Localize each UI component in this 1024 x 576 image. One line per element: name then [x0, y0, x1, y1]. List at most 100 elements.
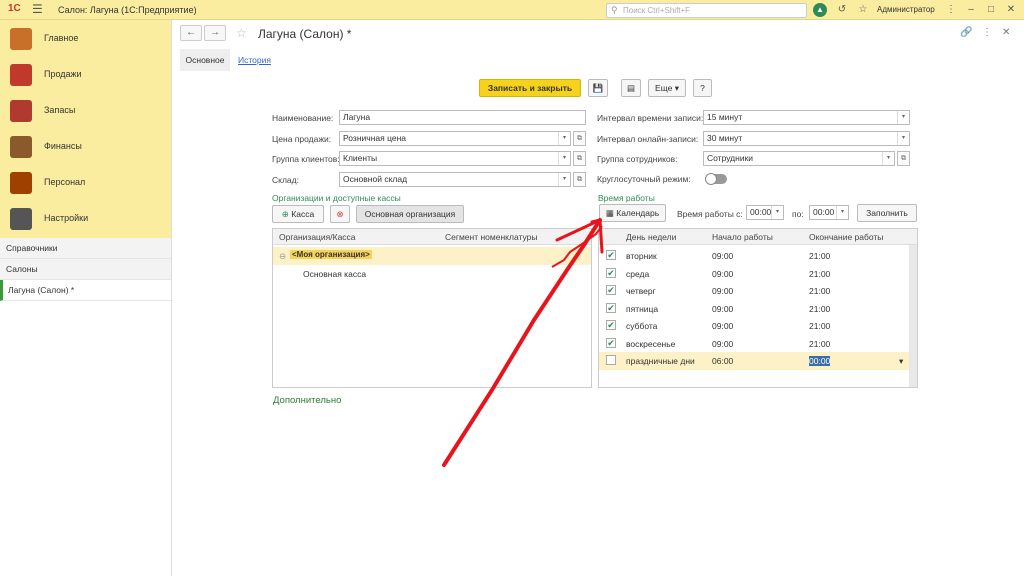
table-row[interactable]: ⊖ <Моя организация>: [273, 247, 591, 265]
end-cell[interactable]: 21:00: [809, 339, 830, 349]
online-field[interactable]: 30 минут ▾: [703, 131, 910, 146]
additional-section[interactable]: Дополнительно: [273, 395, 341, 406]
delete-icon[interactable]: ⊗: [330, 205, 350, 223]
open-clients-icon[interactable]: ⧉: [573, 151, 586, 166]
collapse-icon[interactable]: ⊖: [279, 251, 286, 262]
start-cell[interactable]: 09:00: [712, 321, 733, 331]
chevron-down-icon[interactable]: ▾: [771, 206, 783, 219]
calendar-button[interactable]: ▦ Календарь: [599, 204, 666, 222]
chevron-down-icon[interactable]: ▾: [899, 356, 903, 367]
table-row[interactable]: Основная касса: [273, 265, 591, 283]
section-3[interactable]: Финансы: [0, 128, 171, 164]
to-field[interactable]: 00:00 ▾: [809, 205, 849, 220]
history-icon[interactable]: ↺: [835, 3, 849, 17]
day-checkbox[interactable]: ✔: [606, 285, 616, 295]
add-kassa-button[interactable]: ⊕ Касса: [272, 205, 324, 223]
start-cell[interactable]: 09:00: [712, 304, 733, 314]
staff-field[interactable]: Сотрудники ▾: [703, 151, 895, 166]
minimize-icon[interactable]: –: [964, 3, 978, 17]
table-row[interactable]: праздничные дни 06:00 00:00 ▾: [599, 352, 917, 370]
warehouse-field[interactable]: Основной склад ▾: [339, 172, 571, 187]
price-label: Цена продажи:: [272, 134, 332, 144]
clients-field[interactable]: Клиенты ▾: [339, 151, 571, 166]
close-form-icon[interactable]: ✕: [1002, 27, 1010, 38]
section-label: Запасы: [44, 105, 76, 115]
day-checkbox[interactable]: ✔: [606, 250, 616, 260]
chevron-down-icon[interactable]: ▾: [882, 152, 894, 165]
table-row[interactable]: ✔ пятница 09:00 21:00: [599, 300, 917, 318]
user-name[interactable]: Администратор: [877, 5, 935, 14]
back-button[interactable]: ←: [180, 25, 202, 41]
close-icon[interactable]: ✕: [1004, 3, 1018, 17]
from-field[interactable]: 00:00 ▾: [746, 205, 784, 220]
open-warehouse-icon[interactable]: ⧉: [573, 172, 586, 187]
section-5[interactable]: Настройки: [0, 200, 171, 236]
more-icon[interactable]: ⋮: [982, 27, 992, 38]
end-cell[interactable]: 21:00: [809, 321, 830, 331]
favorite-star-icon[interactable]: ☆: [236, 26, 247, 40]
end-cell[interactable]: 21:00: [809, 304, 830, 314]
tab-history[interactable]: История: [238, 49, 271, 71]
notification-icon[interactable]: ▲: [813, 3, 827, 17]
plus-icon: ⊕: [281, 209, 289, 219]
section-1[interactable]: Продажи: [0, 56, 171, 92]
table-row[interactable]: ✔ воскресенье 09:00 21:00: [599, 335, 917, 353]
end-cell[interactable]: 21:00: [809, 286, 830, 296]
start-cell[interactable]: 09:00: [712, 286, 733, 296]
nav-salons[interactable]: Салоны: [0, 259, 171, 280]
title-bar: 1С ☰ Салон: Лагуна (1С:Предприятие) ⚲ По…: [0, 0, 1024, 20]
maximize-icon[interactable]: □: [984, 3, 998, 17]
fill-button[interactable]: Заполнить: [857, 204, 917, 222]
interval-field[interactable]: 15 минут ▾: [703, 110, 910, 125]
open-price-icon[interactable]: ⧉: [573, 131, 586, 146]
chevron-down-icon[interactable]: ▾: [836, 206, 848, 219]
section-4[interactable]: Персонал: [0, 164, 171, 200]
table-row[interactable]: ✔ вторник 09:00 21:00: [599, 247, 917, 265]
scrollbar[interactable]: [909, 245, 917, 387]
end-cell[interactable]: 21:00: [809, 251, 830, 261]
more-button[interactable]: Еще ▾: [648, 79, 686, 97]
orgs-table-header: Организация/Касса Сегмент номенклатуры: [273, 229, 591, 245]
start-cell[interactable]: 09:00: [712, 269, 733, 279]
chevron-down-icon[interactable]: ▾: [558, 132, 570, 145]
chevron-down-icon[interactable]: ▾: [897, 111, 909, 124]
chevron-down-icon[interactable]: ▾: [558, 152, 570, 165]
end-cell[interactable]: 21:00: [809, 269, 830, 279]
save-close-button[interactable]: Записать и закрыть: [479, 79, 581, 97]
help-button[interactable]: ?: [693, 79, 712, 97]
table-row[interactable]: ✔ суббота 09:00 21:00: [599, 317, 917, 335]
day-checkbox[interactable]: ✔: [606, 302, 616, 313]
day-checkbox[interactable]: ✔: [606, 320, 616, 330]
main-org-button[interactable]: Основная организация: [356, 205, 464, 223]
chevron-down-icon[interactable]: ▾: [558, 173, 570, 186]
section-2[interactable]: Запасы: [0, 92, 171, 128]
table-row[interactable]: ✔ четверг 09:00 21:00: [599, 282, 917, 300]
save-icon[interactable]: 💾: [588, 79, 608, 97]
name-label: Наименование:: [272, 113, 334, 123]
nav-current-form[interactable]: Лагуна (Салон) *: [0, 280, 171, 301]
day-checkbox[interactable]: ✔: [606, 337, 616, 348]
nav-references[interactable]: Справочники: [0, 238, 171, 259]
end-cell[interactable]: 00:00: [809, 356, 831, 366]
chevron-down-icon[interactable]: ▾: [897, 132, 909, 145]
col-org: Организация/Касса: [279, 232, 356, 242]
name-field[interactable]: Лагуна: [339, 110, 586, 125]
open-staff-icon[interactable]: ⧉: [897, 151, 910, 166]
section-0[interactable]: Главное: [0, 20, 171, 56]
start-cell[interactable]: 09:00: [712, 339, 733, 349]
report-icon[interactable]: ▤: [621, 79, 641, 97]
tab-main[interactable]: Основное: [180, 49, 230, 71]
forward-button[interactable]: →: [204, 25, 226, 41]
start-cell[interactable]: 09:00: [712, 251, 733, 261]
settings-menu-icon[interactable]: ⋮: [944, 3, 958, 17]
table-row[interactable]: ✔ среда 09:00 21:00: [599, 265, 917, 283]
link-icon[interactable]: 🔗: [960, 27, 972, 38]
day-checkbox[interactable]: [606, 355, 616, 365]
favorites-star-icon[interactable]: ☆: [856, 3, 870, 17]
roundclock-toggle[interactable]: [705, 173, 727, 185]
main-menu-icon[interactable]: ☰: [32, 2, 43, 16]
price-field[interactable]: Розничная цена ▾: [339, 131, 571, 146]
day-checkbox[interactable]: ✔: [606, 267, 616, 278]
global-search[interactable]: ⚲ Поиск Ctrl+Shift+F: [606, 3, 807, 18]
start-cell[interactable]: 06:00: [712, 356, 733, 366]
